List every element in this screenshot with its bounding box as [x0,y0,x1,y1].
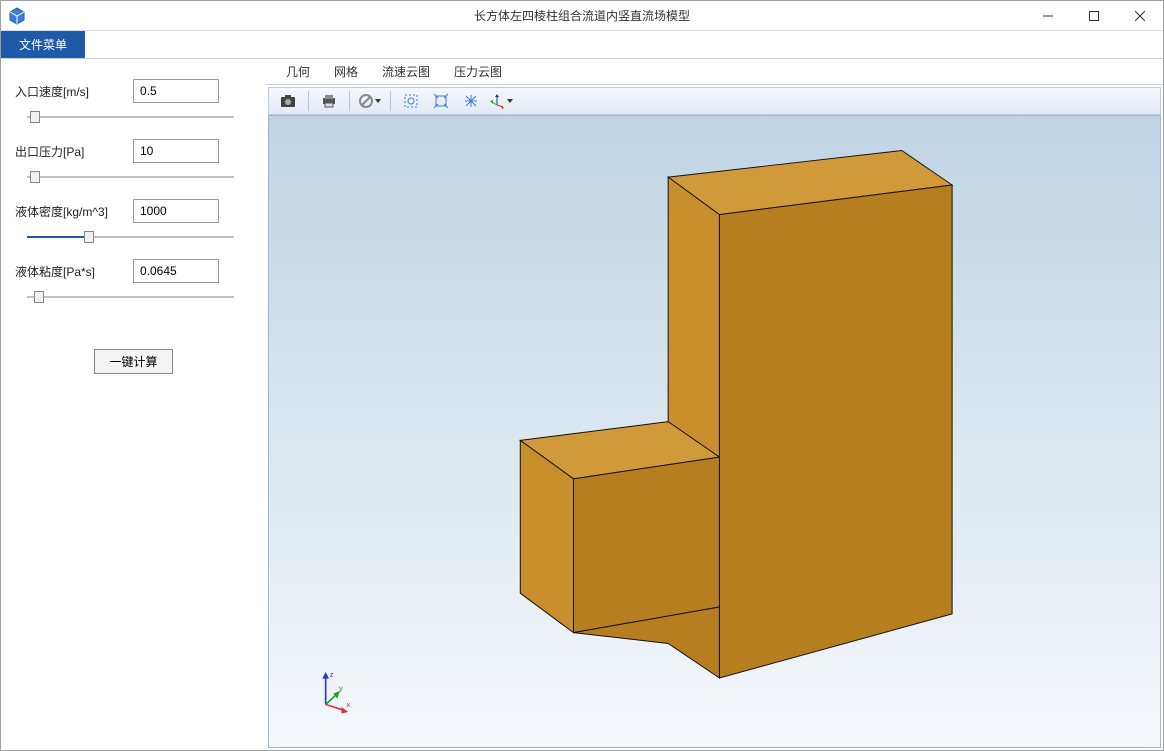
viewport-3d[interactable]: z y x [268,115,1161,748]
toolbar-separator [308,91,309,111]
tab-mesh[interactable]: 网格 [322,59,370,84]
liquid-density-slider[interactable] [27,229,234,245]
main: 入口速度[m/s] 出口压力[Pa] 液体密度[kg/m^3] [1,59,1163,750]
maximize-button[interactable] [1071,1,1117,30]
axis-x-label: x [347,700,351,709]
menubar: 文件菜单 [1,31,1163,59]
window-controls [1025,1,1163,30]
tab-pressure-cloud[interactable]: 压力云图 [442,59,514,84]
inlet-velocity-slider[interactable] [27,109,234,125]
liquid-density-input[interactable] [133,199,219,223]
zoom-extents-icon[interactable] [428,90,454,112]
viewer-toolbar [268,87,1161,115]
param-outlet-pressure: 出口压力[Pa] [15,139,252,185]
zoom-box-icon[interactable] [398,90,424,112]
print-icon[interactable] [316,90,342,112]
viewer-panel: 几何 网格 流速云图 压力云图 [266,59,1163,750]
outlet-pressure-slider[interactable] [27,169,234,185]
axis-z-label: z [330,670,334,679]
close-button[interactable] [1117,1,1163,30]
axis-triad: z y x [309,667,359,717]
liquid-viscosity-input[interactable] [133,259,219,283]
param-inlet-velocity: 入口速度[m/s] [15,79,252,125]
tab-velocity-cloud[interactable]: 流速云图 [370,59,442,84]
view-tabs: 几何 网格 流速云图 压力云图 [266,59,1163,85]
window-title: 长方体左四棱柱组合流道内竖直流场模型 [1,7,1163,24]
liquid-density-label: 液体密度[kg/m^3] [15,203,125,220]
app-icon [7,6,27,26]
parameter-panel: 入口速度[m/s] 出口压力[Pa] 液体密度[kg/m^3] [1,59,266,750]
param-liquid-viscosity: 液体粘度[Pa*s] [15,259,252,305]
axis-y-label: y [339,683,343,692]
axis-orient-icon[interactable] [488,90,514,112]
screenshot-icon[interactable] [275,90,301,112]
inlet-velocity-input[interactable] [133,79,219,103]
titlebar: 长方体左四棱柱组合流道内竖直流场模型 [1,1,1163,31]
reset-view-icon[interactable] [458,90,484,112]
inlet-velocity-label: 入口速度[m/s] [15,83,125,100]
clear-icon[interactable] [357,90,383,112]
geometry-3d [269,116,1160,747]
calculate-button[interactable]: 一键计算 [94,349,172,374]
outlet-pressure-input[interactable] [133,139,219,163]
param-liquid-density: 液体密度[kg/m^3] [15,199,252,245]
liquid-viscosity-label: 液体粘度[Pa*s] [15,263,125,280]
toolbar-separator [349,91,350,111]
minimize-button[interactable] [1025,1,1071,30]
file-menu[interactable]: 文件菜单 [1,31,85,58]
outlet-pressure-label: 出口压力[Pa] [15,143,125,160]
tab-geometry[interactable]: 几何 [274,59,322,84]
liquid-viscosity-slider[interactable] [27,289,234,305]
toolbar-separator [390,91,391,111]
